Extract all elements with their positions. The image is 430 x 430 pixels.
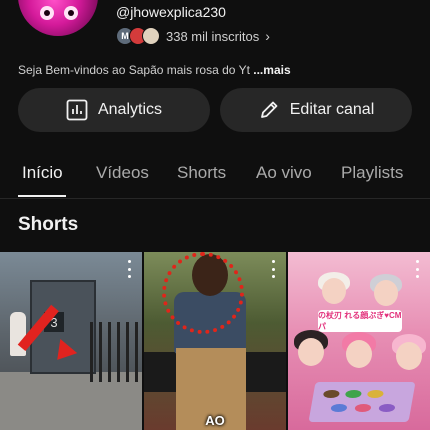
short-thumbnail[interactable]: AO bbox=[144, 252, 286, 430]
subscribers-row[interactable]: M 338 mil inscritos › bbox=[116, 27, 270, 45]
subscriber-count: 338 mil inscritos bbox=[166, 28, 260, 44]
scene-face bbox=[374, 280, 398, 306]
frog-eye-left bbox=[40, 6, 54, 20]
tab-videos[interactable]: Vídeos bbox=[96, 163, 149, 183]
channel-page: @jhowexplica230 M 338 mil inscritos › Se… bbox=[0, 0, 430, 430]
channel-handle: @jhowexplica230 bbox=[116, 4, 226, 20]
analytics-button[interactable]: Analytics bbox=[18, 88, 210, 132]
bar-chart-icon bbox=[66, 99, 88, 121]
more-link[interactable]: ...mais bbox=[253, 63, 290, 77]
more-options-icon[interactable] bbox=[410, 260, 424, 278]
scene-face bbox=[346, 340, 372, 368]
tab-playlists[interactable]: Playlists bbox=[341, 163, 403, 183]
scene-face bbox=[298, 338, 324, 366]
channel-avatar[interactable] bbox=[18, 0, 98, 36]
channel-description[interactable]: Seja Bem-vindos ao Sapão mais rosa do Yt… bbox=[18, 63, 291, 77]
tab-inicio[interactable]: Início bbox=[22, 163, 63, 183]
scene-railing bbox=[90, 322, 142, 382]
more-options-icon[interactable] bbox=[122, 260, 136, 278]
tab-ao-vivo[interactable]: Ao vivo bbox=[256, 163, 312, 183]
edit-channel-button[interactable]: Editar canal bbox=[220, 88, 412, 132]
edit-channel-label: Editar canal bbox=[289, 101, 375, 118]
subscriber-avatars: M bbox=[116, 27, 160, 45]
active-tab-indicator bbox=[18, 195, 66, 197]
scene-face bbox=[396, 342, 422, 370]
shorts-grid: 3 AO の杖刃 れる顔ぷぎ♥CMパ bbox=[0, 252, 430, 430]
chevron-right-icon: › bbox=[265, 28, 270, 44]
frog-eye-right bbox=[64, 6, 78, 20]
subscriber-avatar bbox=[142, 27, 160, 45]
more-options-icon[interactable] bbox=[266, 260, 280, 278]
red-circle-highlight bbox=[162, 252, 244, 334]
short-caption: AO bbox=[205, 413, 225, 428]
channel-tabs: Início Vídeos Shorts Ao vivo Playlists bbox=[0, 150, 430, 199]
short-thumbnail[interactable]: 3 bbox=[0, 252, 142, 430]
tab-shorts[interactable]: Shorts bbox=[177, 163, 226, 183]
pencil-icon bbox=[258, 99, 280, 121]
short-thumbnail[interactable]: の杖刃 れる顔ぷぎ♥CMパ bbox=[288, 252, 430, 430]
scene-sign: の杖刃 れる顔ぷぎ♥CMパ bbox=[318, 310, 402, 332]
description-text: Seja Bem-vindos ao Sapão mais rosa do Yt bbox=[18, 63, 250, 77]
scene-face bbox=[322, 278, 346, 304]
analytics-label: Analytics bbox=[97, 101, 163, 118]
shorts-section-title: Shorts bbox=[18, 214, 79, 235]
scene-tray bbox=[308, 382, 416, 422]
